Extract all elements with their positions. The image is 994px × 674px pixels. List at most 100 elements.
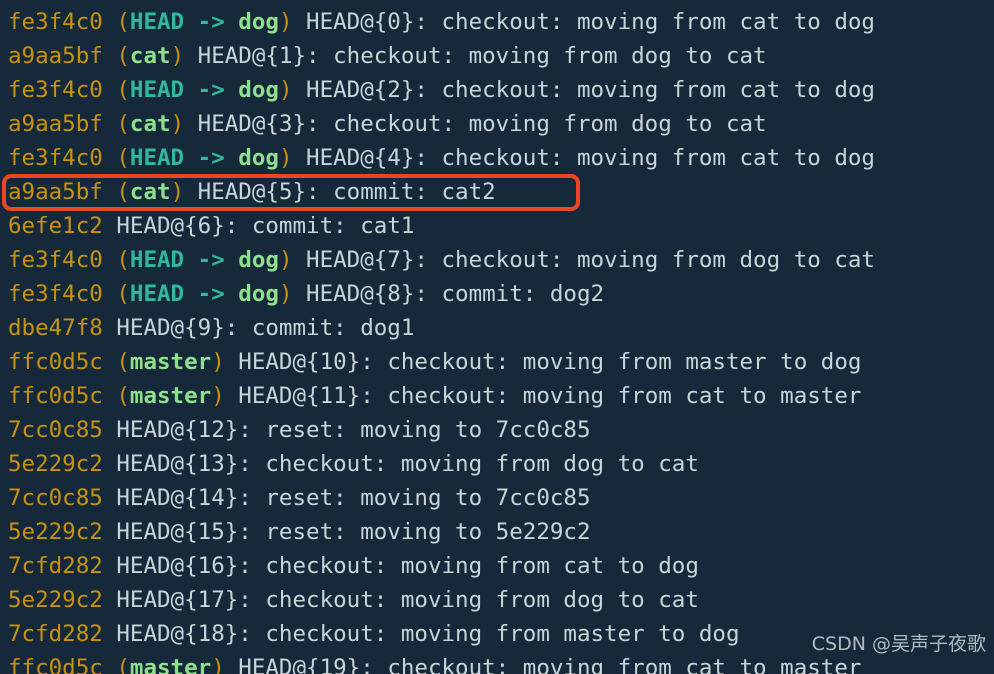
reflog-message: commit: cat2: [333, 179, 496, 205]
decoration-open-paren: (: [116, 179, 130, 205]
separator: [184, 43, 198, 69]
reflog-ref: HEAD@{4}:: [306, 145, 428, 171]
separator: [184, 145, 198, 171]
separator: [225, 9, 239, 35]
reflog-line: fe3f4c0 (HEAD -> dog) HEAD@{0}: checkout…: [8, 5, 988, 39]
decoration-close-paren: ): [211, 349, 225, 375]
separator: [428, 247, 442, 273]
separator: [103, 553, 117, 579]
separator: [292, 9, 306, 35]
separator: [225, 655, 239, 674]
separator: [103, 383, 117, 409]
reflog-ref: HEAD@{12}:: [116, 417, 252, 443]
reflog-line: a9aa5bf (cat) HEAD@{1}: checkout: moving…: [8, 39, 988, 73]
decoration-open-paren: (: [116, 43, 130, 69]
separator: [103, 77, 117, 103]
branch-name-label: dog: [238, 145, 279, 171]
reflog-message: commit: dog2: [441, 281, 605, 307]
decoration-close-paren: ): [278, 145, 293, 171]
separator: [103, 111, 117, 137]
commit-hash: ffc0d5c: [8, 349, 103, 375]
separator: [103, 417, 117, 443]
reflog-line: fe3f4c0 (HEAD -> dog) HEAD@{2}: checkout…: [8, 73, 988, 107]
decoration-open-paren: (: [116, 383, 130, 409]
commit-hash: fe3f4c0: [8, 247, 103, 273]
commit-hash: a9aa5bf: [8, 43, 103, 69]
separator: [320, 179, 334, 205]
reflog-message: checkout: moving from master to dog: [387, 349, 862, 375]
reflog-ref: HEAD@{11}:: [238, 383, 374, 409]
decoration-close-paren: ): [170, 43, 185, 69]
reflog-message: checkout: moving from dog to cat: [265, 451, 699, 477]
separator: [320, 43, 334, 69]
separator: [225, 247, 239, 273]
commit-hash: 5e229c2: [8, 519, 103, 545]
separator: [103, 9, 117, 35]
head-arrow: ->: [197, 9, 225, 35]
terminal-window[interactable]: fe3f4c0 (HEAD -> dog) HEAD@{0}: checkout…: [0, 0, 994, 674]
head-arrow: ->: [197, 77, 225, 103]
commit-hash: ffc0d5c: [8, 655, 103, 674]
reflog-message: reset: moving to 5e229c2: [265, 519, 591, 545]
separator: [103, 247, 117, 273]
reflog-line: dbe47f8 HEAD@{9}: commit: dog1: [8, 311, 988, 345]
watermark: CSDN @吴声子夜歌: [811, 633, 986, 655]
reflog-message: checkout: moving from cat to dog: [265, 553, 699, 579]
separator: [374, 349, 388, 375]
head-pointer-label: HEAD: [129, 77, 185, 103]
commit-hash: 7cfd282: [8, 621, 103, 647]
reflog-line: 5e229c2 HEAD@{15}: reset: moving to 5e22…: [8, 515, 988, 549]
reflog-ref: HEAD@{1}:: [197, 43, 320, 69]
separator: [103, 451, 117, 477]
separator: [428, 145, 442, 171]
reflog-line: fe3f4c0 (HEAD -> dog) HEAD@{4}: checkout…: [8, 141, 988, 175]
decoration-close-paren: ): [170, 111, 185, 137]
separator: [184, 179, 198, 205]
head-arrow: ->: [197, 145, 225, 171]
separator: [374, 383, 388, 409]
separator: [252, 587, 266, 613]
reflog-message: commit: cat1: [251, 213, 415, 239]
branch-name-label: master: [129, 655, 212, 674]
separator: [184, 247, 198, 273]
reflog-message: checkout: moving from cat to master: [387, 655, 862, 674]
separator: [428, 281, 442, 307]
commit-hash: a9aa5bf: [8, 179, 103, 205]
reflog-message: checkout: moving from cat to dog: [441, 77, 875, 103]
separator: [103, 485, 117, 511]
separator: [184, 77, 198, 103]
commit-hash: 7cfd282: [8, 553, 103, 579]
commit-hash: 7cc0c85: [8, 417, 103, 443]
reflog-ref: HEAD@{17}:: [116, 587, 252, 613]
commit-hash: ffc0d5c: [8, 383, 103, 409]
separator: [103, 349, 117, 375]
reflog-ref: HEAD@{8}:: [306, 281, 428, 307]
reflog-line: 5e229c2 HEAD@{17}: checkout: moving from…: [8, 583, 988, 617]
reflog-message: reset: moving to 7cc0c85: [265, 485, 591, 511]
decoration-open-paren: (: [116, 349, 130, 375]
commit-hash: fe3f4c0: [8, 77, 103, 103]
reflog-line: 7cc0c85 HEAD@{12}: reset: moving to 7cc0…: [8, 413, 988, 447]
decoration-close-paren: ): [211, 383, 225, 409]
commit-hash: 7cc0c85: [8, 485, 103, 511]
branch-name-label: dog: [238, 247, 279, 273]
separator: [320, 111, 334, 137]
reflog-line: a9aa5bf (cat) HEAD@{5}: commit: cat2: [8, 175, 988, 209]
separator: [252, 485, 266, 511]
decoration-close-paren: ): [278, 247, 293, 273]
decoration-open-paren: (: [116, 111, 130, 137]
separator: [225, 77, 239, 103]
reflog-ref: HEAD@{13}:: [116, 451, 252, 477]
branch-name-label: cat: [129, 43, 171, 69]
separator: [292, 145, 306, 171]
separator: [103, 281, 117, 307]
reflog-ref: HEAD@{6}:: [116, 213, 239, 239]
branch-name-label: cat: [129, 179, 171, 205]
separator: [184, 9, 198, 35]
decoration-open-paren: (: [116, 655, 130, 674]
separator: [292, 247, 306, 273]
head-pointer-label: HEAD: [129, 9, 185, 35]
separator: [103, 179, 117, 205]
head-pointer-label: HEAD: [129, 281, 185, 307]
reflog-line: a9aa5bf (cat) HEAD@{3}: checkout: moving…: [8, 107, 988, 141]
